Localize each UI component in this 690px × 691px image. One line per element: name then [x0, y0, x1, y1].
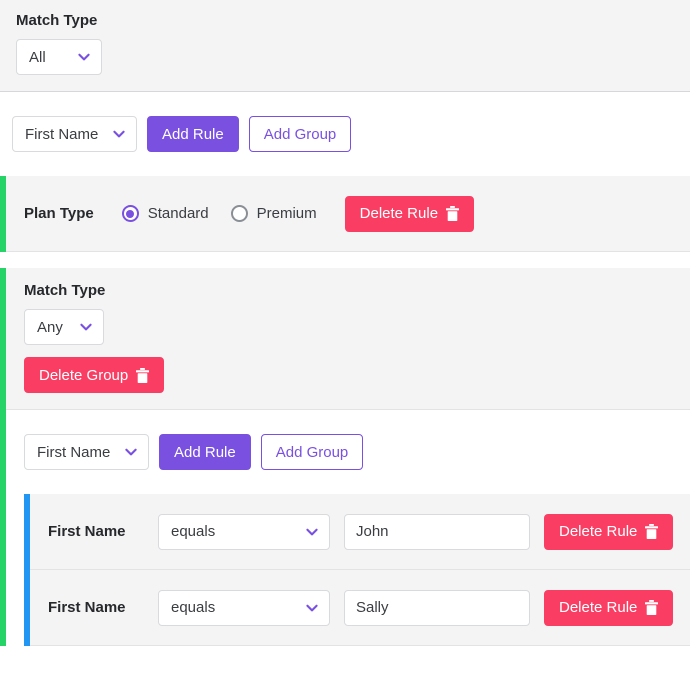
delete-rule-label: Delete Rule: [559, 599, 638, 616]
root-rule-container: Plan Type Standard Premium Delete Rule: [0, 176, 690, 252]
root-add-rule-label: Add Rule: [162, 125, 224, 143]
rule-operator-select[interactable]: equals: [158, 589, 330, 626]
chevron-down-icon: [305, 601, 319, 615]
delete-rule-button[interactable]: Delete Rule: [344, 195, 475, 232]
delete-group-button[interactable]: Delete Group: [24, 357, 165, 393]
trash-icon: [645, 524, 659, 539]
delete-rule-label: Delete Rule: [559, 523, 638, 540]
trash-icon: [645, 600, 659, 615]
rule-operator-value: equals: [171, 599, 216, 616]
root-add-group-button[interactable]: Add Group: [248, 116, 352, 152]
rule-accent-bar: [24, 494, 30, 570]
group-body: First Name Add Rule Add Group First Name: [6, 410, 690, 646]
chevron-down-icon: [124, 445, 138, 459]
group-match-type-label: Match Type: [24, 282, 106, 299]
delete-rule-button[interactable]: Delete Rule: [544, 589, 674, 626]
plan-type-premium-radio-option[interactable]: Premium: [230, 205, 317, 222]
group-field-select[interactable]: First Name: [24, 434, 149, 470]
chevron-down-icon: [79, 320, 93, 334]
table-row: First Name equals Delete Rule: [30, 570, 690, 646]
root-match-type-select[interactable]: All: [16, 39, 102, 75]
trash-icon: [136, 367, 150, 383]
group-header: Match Type Any Delete Group: [6, 268, 690, 410]
rule-field-label: First Name: [48, 523, 126, 540]
rule-value-input[interactable]: [344, 589, 530, 626]
nested-rule-wrap: First Name equals Delete Rule: [6, 494, 690, 570]
group-add-rule-label: Add Rule: [174, 443, 236, 461]
group-match-type-value: Any: [37, 318, 63, 336]
table-row: First Name equals Delete Rule: [30, 494, 690, 570]
group-toolbar: First Name Add Rule Add Group: [6, 410, 690, 494]
group-accent-bar: [0, 176, 6, 252]
rule-group-spacer: [0, 252, 690, 268]
group-add-rule-button[interactable]: Add Rule: [159, 434, 251, 470]
group-field-select-value: First Name: [37, 443, 111, 461]
rule-field-label: Plan Type: [24, 205, 94, 222]
group-accent-bar: [0, 268, 6, 646]
nested-rule-wrap: First Name equals Delete Rule: [6, 570, 690, 646]
radio-checked-icon[interactable]: [121, 205, 139, 222]
plan-type-standard-radio-option[interactable]: Standard: [121, 205, 209, 222]
root-match-type-label: Match Type: [16, 12, 98, 29]
chevron-down-icon: [112, 127, 126, 141]
rule-operator-value: equals: [171, 523, 216, 540]
group-add-group-button[interactable]: Add Group: [260, 434, 364, 470]
plan-type-premium-label: Premium: [256, 205, 317, 222]
delete-group-label: Delete Group: [39, 366, 129, 384]
group-match-type-select[interactable]: Any: [24, 309, 104, 345]
group-add-group-label: Add Group: [275, 443, 349, 461]
root-toolbar: First Name Add Rule Add Group: [0, 92, 690, 176]
root-field-select-value: First Name: [25, 125, 99, 143]
root-match-type-value: All: [29, 48, 46, 66]
root-match-type-bar: Match Type All: [0, 0, 690, 92]
rule-operator-select[interactable]: equals: [158, 513, 330, 550]
plan-type-standard-label: Standard: [147, 205, 209, 222]
nested-rule-container: First Name equals Delete Rule: [24, 494, 690, 570]
table-row: Plan Type Standard Premium Delete Rule: [6, 176, 690, 252]
nested-rule-container: First Name equals Delete Rule: [24, 570, 690, 646]
rule-value-input[interactable]: [344, 513, 530, 550]
root-add-group-label: Add Group: [263, 125, 337, 143]
trash-icon: [446, 206, 460, 221]
rule-accent-bar: [24, 570, 30, 646]
rule-field-label: First Name: [48, 599, 126, 616]
chevron-down-icon: [305, 525, 319, 539]
radio-unchecked-icon[interactable]: [230, 205, 248, 222]
root-add-rule-button[interactable]: Add Rule: [147, 116, 239, 152]
delete-rule-button[interactable]: Delete Rule: [544, 513, 674, 550]
nested-group-container: Match Type Any Delete Group First Name A…: [0, 268, 690, 646]
delete-rule-label: Delete Rule: [359, 205, 439, 222]
root-field-select[interactable]: First Name: [12, 116, 137, 152]
chevron-down-icon: [77, 50, 91, 64]
